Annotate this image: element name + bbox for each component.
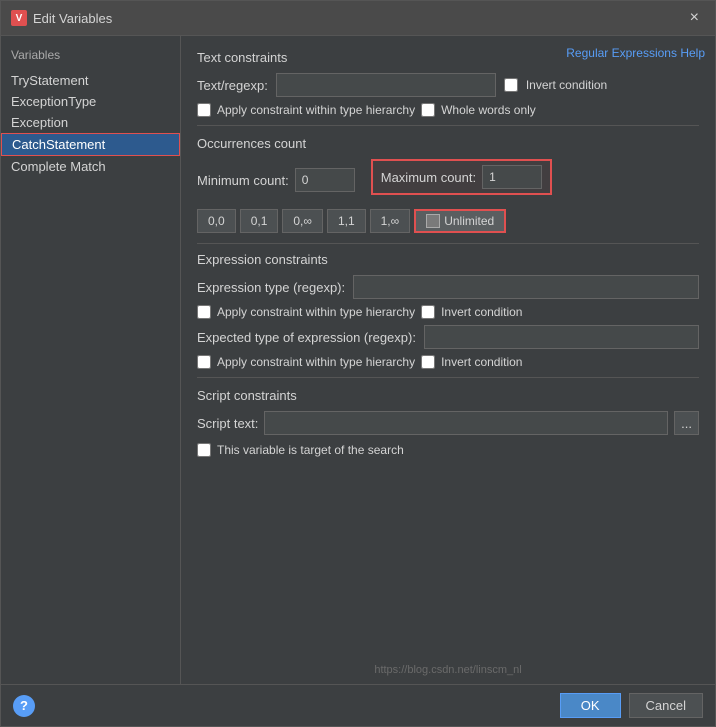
min-count-input[interactable] <box>295 168 355 192</box>
apply-hierarchy-checkbox-2[interactable] <box>197 305 211 319</box>
expr-type-input[interactable] <box>353 275 699 299</box>
script-dots-button[interactable]: ... <box>674 411 699 435</box>
max-count-highlighted: Maximum count: <box>371 159 552 195</box>
expected-apply-hierarchy-row: Apply constraint within type hierarchy I… <box>197 355 699 369</box>
close-button[interactable]: × <box>684 7 705 29</box>
max-count-input[interactable] <box>482 165 542 189</box>
dialog-body: Variables TryStatement ExceptionType Exc… <box>1 36 715 684</box>
script-section: Script constraints Script text: ... This… <box>197 388 699 457</box>
occurrences-title: Occurrences count <box>197 136 699 151</box>
whole-words-label: Whole words only <box>441 103 536 117</box>
cancel-button[interactable]: Cancel <box>629 693 703 718</box>
preset-buttons-row: 0,0 0,1 0,∞ 1,1 1,∞ Unlimited <box>197 209 699 233</box>
script-text-label: Script text: <box>197 416 258 431</box>
expected-type-input-wrapper <box>424 325 699 349</box>
watermark: https://blog.csdn.net/linscm_nl <box>374 664 521 676</box>
min-count-field: Minimum count: <box>197 168 355 192</box>
title-bar: V Edit Variables × <box>1 1 715 36</box>
expected-type-row: Expected type of expression (regexp): <box>197 325 699 349</box>
sidebar-item-catchstatement[interactable]: CatchStatement <box>1 133 180 156</box>
ok-button[interactable]: OK <box>560 693 621 718</box>
apply-hierarchy-row: Apply constraint within type hierarchy W… <box>197 103 699 117</box>
dialog-title: Edit Variables <box>33 11 112 26</box>
expr-type-row: Expression type (regexp): <box>197 275 699 299</box>
script-constraints-title: Script constraints <box>197 388 699 403</box>
bottom-bar: ? OK Cancel <box>1 684 715 726</box>
apply-hierarchy-checkbox-3[interactable] <box>197 355 211 369</box>
divider-1 <box>197 125 699 126</box>
min-count-label: Minimum count: <box>197 173 289 188</box>
script-text-input[interactable] <box>264 411 668 435</box>
invert-condition-label-1: Invert condition <box>526 78 607 92</box>
title-bar-left: V Edit Variables <box>11 10 112 26</box>
invert-condition-checkbox-2[interactable] <box>421 305 435 319</box>
unlimited-label: Unlimited <box>444 214 494 228</box>
help-icon[interactable]: ? <box>13 695 35 717</box>
target-checkbox[interactable] <box>197 443 211 457</box>
invert-condition-label-2: Invert condition <box>441 305 522 319</box>
bottom-buttons: OK Cancel <box>560 693 703 718</box>
text-regex-row: Text/regexp: Invert condition <box>197 73 699 97</box>
invert-condition-checkbox-1[interactable] <box>504 78 518 92</box>
expression-section: Expression constraints Expression type (… <box>197 252 699 369</box>
edit-variables-dialog: V Edit Variables × Variables TryStatemen… <box>0 0 716 727</box>
expected-type-input[interactable] <box>424 325 699 349</box>
script-row: Script text: ... <box>197 411 699 435</box>
max-count-label: Maximum count: <box>381 170 476 185</box>
divider-2 <box>197 243 699 244</box>
expr-apply-hierarchy-row: Apply constraint within type hierarchy I… <box>197 305 699 319</box>
invert-condition-checkbox-3[interactable] <box>421 355 435 369</box>
sidebar-item-exceptiontype[interactable]: ExceptionType <box>1 91 180 112</box>
help-link[interactable]: Regular Expressions Help <box>566 46 705 60</box>
apply-hierarchy-label-3: Apply constraint within type hierarchy <box>217 355 415 369</box>
sidebar-item-exception[interactable]: Exception <box>1 112 180 133</box>
apply-hierarchy-label-1: Apply constraint within type hierarchy <box>217 103 415 117</box>
dialog-icon: V <box>11 10 27 26</box>
expected-type-label: Expected type of expression (regexp): <box>197 330 416 345</box>
text-regex-input[interactable] <box>276 73 496 97</box>
expr-type-input-wrapper <box>353 275 699 299</box>
preset-1-1[interactable]: 1,1 <box>327 209 366 233</box>
expr-type-label: Expression type (regexp): <box>197 280 345 295</box>
preset-0-1[interactable]: 0,1 <box>240 209 279 233</box>
sidebar-item-trystatement[interactable]: TryStatement <box>1 70 180 91</box>
target-row: This variable is target of the search <box>197 443 699 457</box>
apply-hierarchy-label-2: Apply constraint within type hierarchy <box>217 305 415 319</box>
sidebar: Variables TryStatement ExceptionType Exc… <box>1 36 181 684</box>
expression-constraints-title: Expression constraints <box>197 252 699 267</box>
main-content: Regular Expressions Help Text constraint… <box>181 36 715 684</box>
unlimited-button[interactable]: Unlimited <box>414 209 506 233</box>
preset-0-inf[interactable]: 0,∞ <box>282 209 323 233</box>
apply-hierarchy-checkbox-1[interactable] <box>197 103 211 117</box>
whole-words-checkbox[interactable] <box>421 103 435 117</box>
sidebar-header: Variables <box>1 44 180 70</box>
target-label: This variable is target of the search <box>217 443 404 457</box>
text-regex-label: Text/regexp: <box>197 78 268 93</box>
preset-1-inf[interactable]: 1,∞ <box>370 209 411 233</box>
divider-3 <box>197 377 699 378</box>
preset-0-0[interactable]: 0,0 <box>197 209 236 233</box>
invert-condition-label-3: Invert condition <box>441 355 522 369</box>
occurrences-section: Occurrences count Minimum count: Maximum… <box>197 136 699 233</box>
count-row: Minimum count: Maximum count: <box>197 159 699 201</box>
unlimited-checkbox-box <box>426 214 440 228</box>
sidebar-item-completematch[interactable]: Complete Match <box>1 156 180 177</box>
